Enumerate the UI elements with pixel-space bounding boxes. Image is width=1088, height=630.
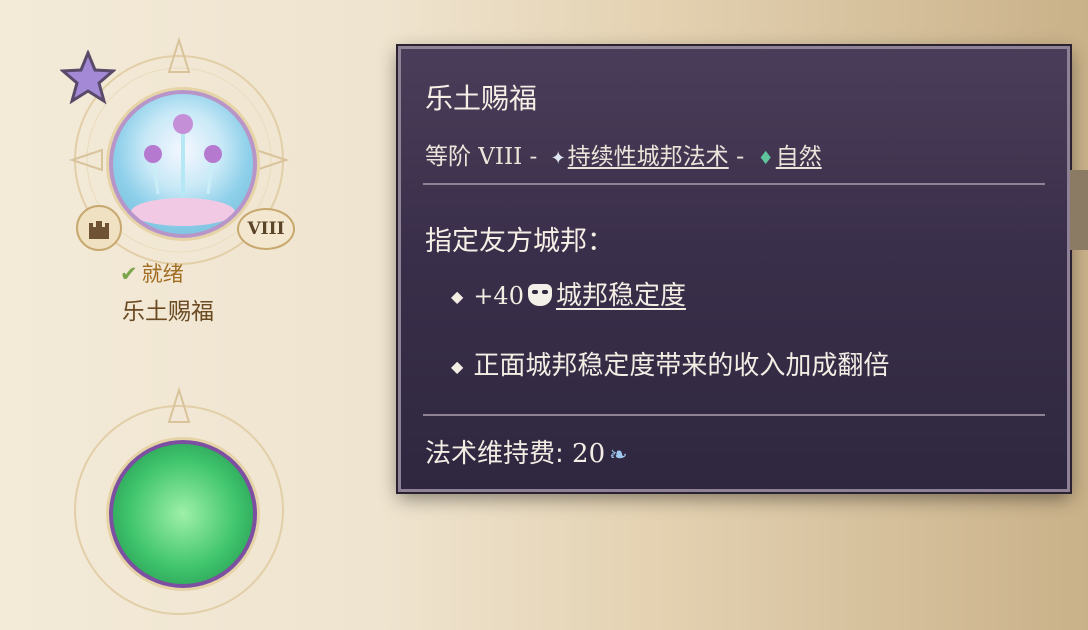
spell-node-next[interactable] bbox=[52, 370, 322, 615]
separator: - bbox=[728, 144, 752, 170]
check-icon: ✔ bbox=[120, 262, 138, 286]
divider bbox=[423, 183, 1045, 185]
flower-icon bbox=[131, 114, 235, 226]
upkeep-label: 法术维持费: bbox=[425, 439, 573, 469]
element-link[interactable]: 自然 bbox=[776, 144, 822, 170]
gem-icon: ✦ bbox=[550, 148, 566, 169]
divider bbox=[423, 414, 1045, 416]
effect-income: ◆ 正面城邦稳定度带来的收入加成翻倍 bbox=[451, 345, 889, 382]
income-text: 正面城邦稳定度带来的收入加成翻倍 bbox=[473, 351, 890, 381]
upkeep-row: 法术维持费: 20 ❧ bbox=[425, 433, 628, 470]
mana-icon: ❧ bbox=[609, 443, 628, 468]
castle-icon bbox=[76, 205, 122, 251]
tier-label: 等阶 VIII - bbox=[425, 144, 545, 170]
target-label: 指定友方城邦： bbox=[425, 226, 614, 257]
bullet-icon: ◆ bbox=[451, 287, 464, 306]
status-text: 就绪 bbox=[141, 262, 184, 286]
stability-link[interactable]: 城邦稳定度 bbox=[556, 281, 686, 311]
stability-value: +40 bbox=[473, 282, 524, 310]
spell-icon-blessing bbox=[109, 90, 257, 238]
spell-list-panel: VIII ✔ 就绪 乐土赐福 bbox=[0, 0, 390, 615]
stability-mask-icon bbox=[527, 284, 552, 306]
bullet-icon: ◆ bbox=[451, 357, 464, 376]
effect-stability: ◆ +40 城邦稳定度 bbox=[451, 275, 686, 312]
tier-badge: VIII bbox=[237, 208, 295, 250]
background-edge bbox=[1070, 170, 1088, 250]
spell-name-label: 乐土赐福 bbox=[122, 299, 214, 325]
spell-icon-next bbox=[109, 440, 257, 588]
tooltip-subtitle: 等阶 VIII - ✦持续性城邦法术 - ♦自然 bbox=[425, 137, 822, 171]
spell-tooltip: 乐土赐福 等阶 VIII - ✦持续性城邦法术 - ♦自然 指定友方城邦： ◆ +… bbox=[398, 46, 1070, 492]
category-link[interactable]: 持续性城邦法术 bbox=[568, 144, 729, 170]
star-icon bbox=[60, 50, 116, 105]
spell-node-blessing[interactable]: VIII bbox=[52, 20, 322, 280]
tooltip-title: 乐土赐福 bbox=[425, 82, 538, 115]
status-ready: ✔ 就绪 bbox=[120, 258, 184, 288]
upkeep-value: 20 bbox=[572, 439, 606, 469]
leaf-icon: ♦ bbox=[757, 148, 774, 169]
